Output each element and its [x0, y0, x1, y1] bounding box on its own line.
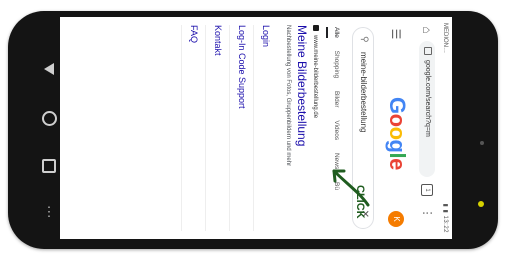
phone-screen: MEDION… ▮ ▮ 13:22 ⌂ google.com/search?q=…: [60, 17, 452, 239]
tab-all[interactable]: Alle: [326, 27, 344, 38]
click-annotation: CLICK: [354, 185, 366, 219]
lock-icon: [423, 47, 432, 55]
result-snippet: Nachbestellung von Fotos, Gruppenbildern…: [285, 25, 291, 167]
status-bar: MEDION… ▮ ▮ 13:22: [438, 17, 452, 239]
search-icon: ⚲: [360, 36, 370, 43]
address-text: google.com/search?q=m: [424, 59, 431, 137]
hamburger-icon[interactable]: ☰: [389, 27, 403, 41]
address-bar[interactable]: google.com/search?q=m: [419, 41, 435, 177]
tab-images[interactable]: Bilder: [328, 91, 344, 108]
tab-news[interactable]: News: [328, 153, 344, 169]
favicon-icon: [312, 25, 319, 31]
filter-tabs: Alle Shopping Bilder Videos News Bü: [326, 27, 344, 239]
nav-menu-icon[interactable]: ⋮: [41, 204, 57, 220]
more-menu-icon[interactable]: ⋮: [419, 207, 435, 219]
result-title-link[interactable]: Meine Bilderbestellung: [294, 25, 309, 231]
avatar[interactable]: K: [388, 211, 404, 227]
tab-shopping[interactable]: Shopping: [328, 51, 344, 78]
tabs-icon[interactable]: 1: [421, 184, 433, 196]
status-time: ▮ ▮ 13:22: [442, 203, 448, 233]
tab-videos[interactable]: Videos: [328, 120, 344, 140]
camera-led-icon: [478, 201, 484, 207]
search-result: www.meine-bilderbestellung.de Meine Bild…: [181, 25, 320, 231]
result-url-text: www.meine-bilderbestellung.de: [312, 35, 318, 119]
back-icon[interactable]: [41, 61, 57, 77]
sitelink-faq[interactable]: FAQ: [181, 25, 205, 231]
google-header: ☰ Google K: [378, 17, 412, 239]
sitelink-code-support[interactable]: Log-In Code Support: [229, 25, 253, 231]
home-button-icon[interactable]: [41, 109, 57, 126]
result-url[interactable]: www.meine-bilderbestellung.de: [310, 25, 320, 231]
search-query: meine-bilderbestellung: [359, 52, 368, 133]
home-icon[interactable]: ⌂: [420, 23, 434, 37]
sensor-icon: [480, 141, 484, 145]
sitelink-contact[interactable]: Kontakt: [205, 25, 229, 231]
google-logo: Google: [385, 97, 410, 170]
sitelink-login[interactable]: Login: [253, 25, 277, 231]
recent-apps-icon[interactable]: [41, 157, 57, 173]
browser-content: MEDION… ▮ ▮ 13:22 ⌂ google.com/search?q=…: [60, 17, 452, 239]
status-carrier: MEDION…: [442, 23, 448, 53]
browser-toolbar: ⌂ google.com/search?q=m 1 ⋮: [414, 17, 438, 239]
tab-books[interactable]: Bü: [328, 182, 344, 190]
sitelinks: Login Log-In Code Support Kontakt FAQ: [181, 25, 277, 231]
